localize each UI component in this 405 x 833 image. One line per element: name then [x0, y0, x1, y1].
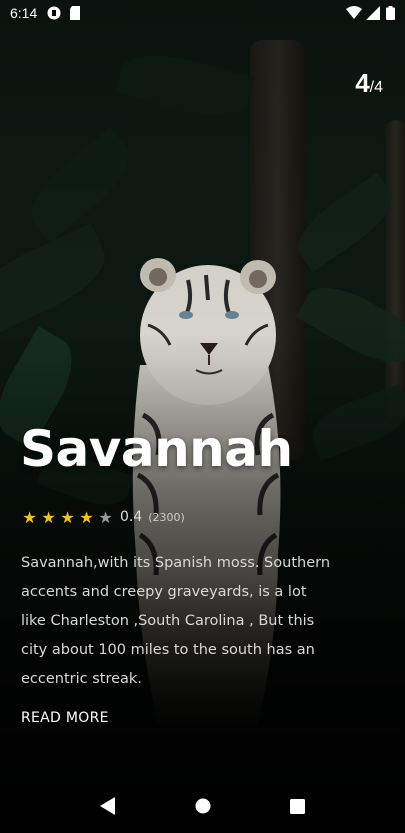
status-bar: 6:14	[0, 0, 405, 26]
recents-icon[interactable]	[278, 786, 318, 826]
rating: ★ ★ ★ ★ ★ 0.4 (2300)	[21, 507, 185, 527]
home-icon[interactable]	[183, 786, 223, 826]
signal-icon	[366, 6, 380, 20]
page-counter-total: /4	[369, 79, 383, 96]
star-filled-icon: ★	[79, 507, 94, 527]
gradient-overlay	[0, 0, 405, 833]
rating-count: (2300)	[148, 510, 185, 524]
place-description: Savannah,with its Spanish moss. Southern…	[21, 555, 331, 687]
page-counter-current: 4	[355, 68, 370, 98]
star-empty-icon: ★	[98, 507, 113, 527]
star-filled-icon: ★	[41, 507, 56, 527]
place-title: Savannah	[20, 420, 293, 478]
navigation-bar	[0, 779, 405, 833]
star-filled-icon: ★	[60, 507, 75, 527]
wifi-icon	[346, 6, 362, 20]
read-more-button[interactable]: READ MORE	[21, 710, 109, 726]
rating-score: 0.4	[120, 509, 143, 525]
status-time: 6:14	[10, 5, 38, 21]
app-icon	[47, 6, 61, 20]
battery-icon	[386, 6, 395, 20]
background-image	[0, 0, 405, 833]
star-filled-icon: ★	[22, 507, 37, 527]
page-counter: 4/4	[355, 68, 383, 99]
sd-card-icon	[69, 6, 83, 20]
back-icon[interactable]	[88, 786, 128, 826]
